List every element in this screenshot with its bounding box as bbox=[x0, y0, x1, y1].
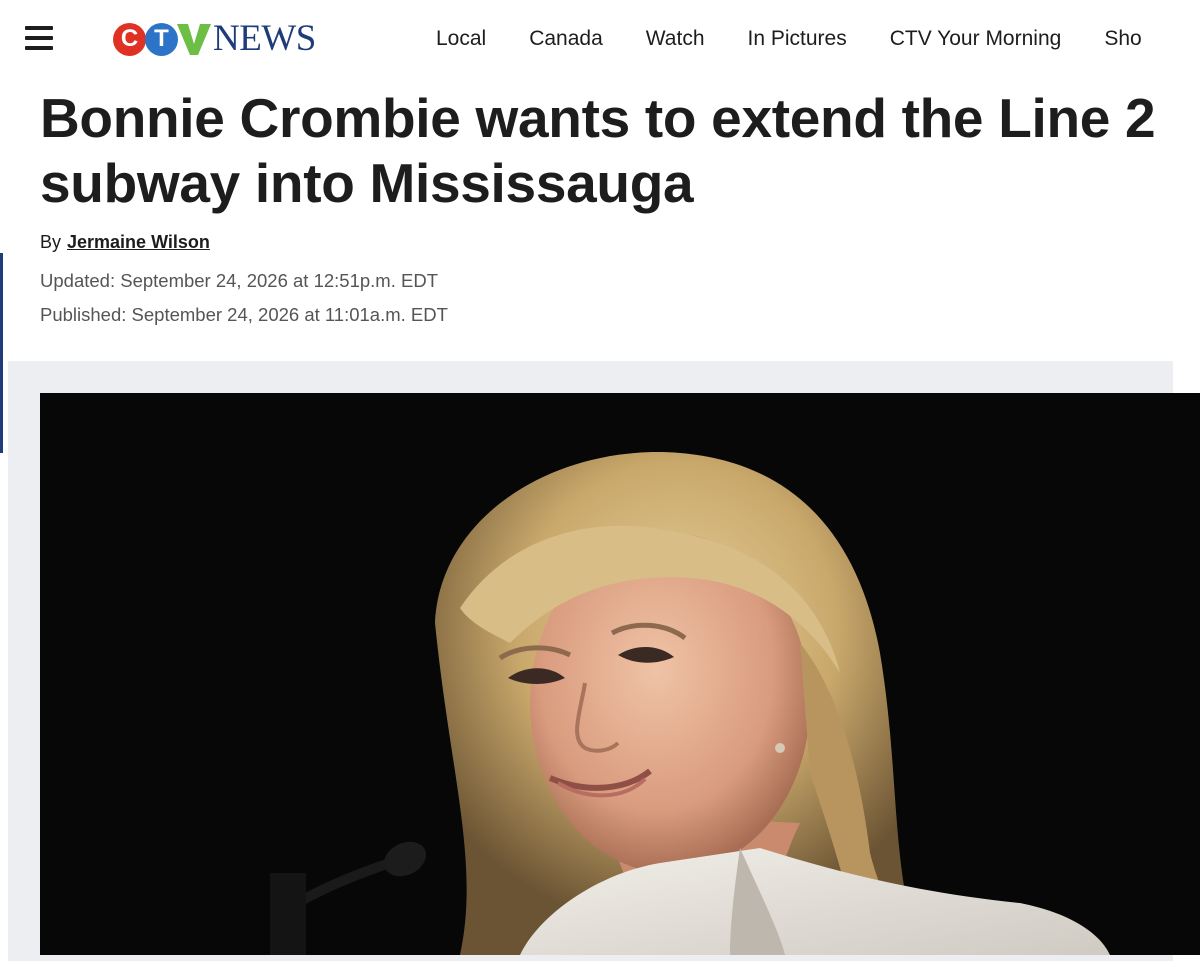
author-link[interactable]: Jermaine Wilson bbox=[67, 232, 210, 252]
nav-item-shows[interactable]: Sho bbox=[1104, 24, 1141, 54]
photo-illustration bbox=[40, 393, 1200, 955]
byline: By Jermaine Wilson bbox=[40, 232, 210, 253]
ctv-news-logo[interactable]: C T NEWS bbox=[113, 18, 316, 60]
main-nav: Local Canada Watch In Pictures CTV Your … bbox=[436, 24, 1185, 54]
menu-line bbox=[25, 36, 53, 40]
menu-line bbox=[25, 26, 53, 30]
nav-item-in-pictures[interactable]: In Pictures bbox=[748, 24, 847, 54]
published-timestamp: Published: September 24, 2026 at 11:01a.… bbox=[40, 304, 448, 325]
lead-photo[interactable] bbox=[40, 393, 1200, 955]
logo-letter-c: C bbox=[113, 22, 146, 56]
left-edge-accent bbox=[0, 253, 3, 453]
updated-timestamp: Updated: September 24, 2026 at 12:51p.m.… bbox=[40, 270, 438, 291]
logo-letter-v-icon bbox=[177, 24, 211, 55]
nav-item-ctv-your-morning[interactable]: CTV Your Morning bbox=[890, 24, 1062, 54]
nav-item-local[interactable]: Local bbox=[436, 24, 486, 54]
logo-letter-t: T bbox=[145, 22, 178, 56]
hamburger-menu-icon[interactable] bbox=[25, 25, 55, 53]
top-navigation-bar: C T NEWS Local Canada Watch In Pictures … bbox=[0, 0, 1200, 80]
logo-news-word: NEWS bbox=[213, 18, 316, 59]
article-headline: Bonnie Crombie wants to extend the Line … bbox=[40, 87, 1156, 214]
nav-item-watch[interactable]: Watch bbox=[646, 24, 705, 54]
byline-prefix: By bbox=[40, 232, 62, 252]
nav-item-canada[interactable]: Canada bbox=[529, 24, 603, 54]
menu-line bbox=[25, 46, 53, 50]
